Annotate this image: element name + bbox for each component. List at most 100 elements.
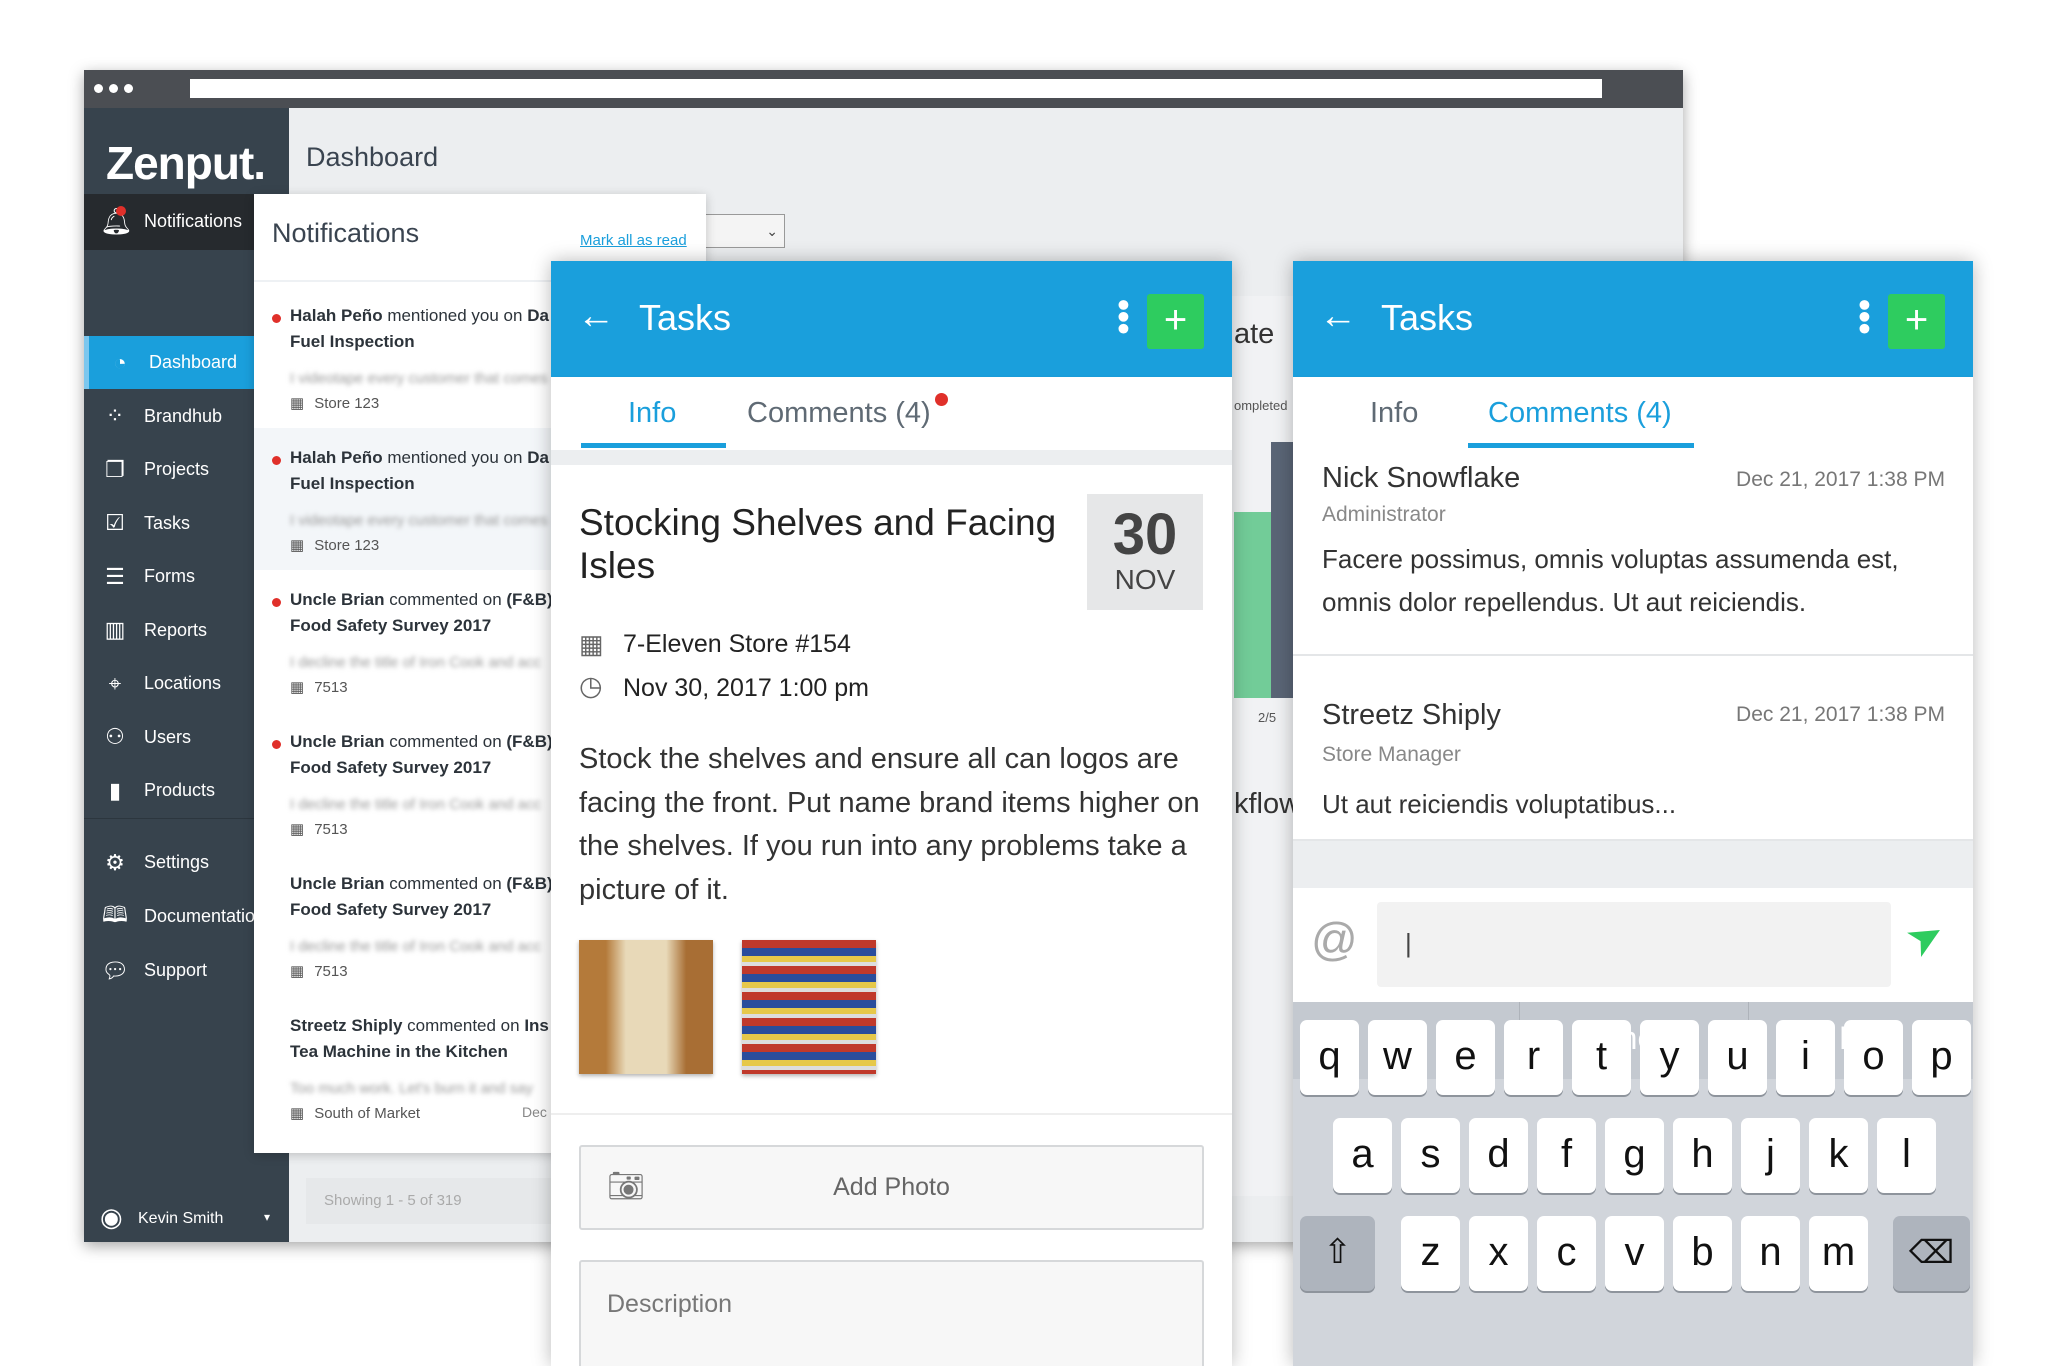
- unread-badge: [935, 393, 948, 406]
- key-g[interactable]: g: [1605, 1118, 1664, 1193]
- tab-comments[interactable]: Comments (4): [1488, 397, 1672, 430]
- task-info-screen: ← Tasks ••• + Info Comments (4) Stocking…: [551, 261, 1232, 1366]
- key-p[interactable]: p: [1912, 1020, 1971, 1095]
- action: commented on: [402, 1016, 525, 1035]
- filter-dropdown[interactable]: ⌄: [706, 214, 785, 248]
- key-m[interactable]: m: [1809, 1216, 1868, 1291]
- key-e[interactable]: e: [1436, 1020, 1495, 1095]
- key-l[interactable]: l: [1877, 1118, 1936, 1193]
- unread-dot: [272, 598, 281, 607]
- add-button[interactable]: +: [1888, 294, 1945, 349]
- key-h[interactable]: h: [1673, 1118, 1732, 1193]
- description-field[interactable]: Description: [579, 1260, 1204, 1366]
- window-dot[interactable]: [109, 84, 118, 93]
- barcode-icon: ▮: [108, 777, 122, 803]
- sidebar-item-label: Reports: [144, 619, 208, 640]
- target: (F&B): [506, 590, 553, 609]
- backspace-key[interactable]: ⌫: [1893, 1216, 1970, 1291]
- sidebar-item-label: Products: [144, 780, 216, 800]
- key-w[interactable]: w: [1368, 1020, 1427, 1095]
- notification-subject: Tea Machine in the Kitchen: [290, 1042, 508, 1061]
- gear-icon: ⚙: [105, 849, 125, 875]
- unread-dot: [272, 456, 281, 465]
- notification-location: ▦ Store 123: [290, 394, 379, 412]
- sidebar-item-notifications[interactable]: 🔔︎ Notifications: [84, 194, 254, 250]
- app-header: ← Tasks ••• +: [1293, 261, 1973, 377]
- sidebar-item-label: Projects: [144, 459, 210, 479]
- notification-preview: I videotape every customer that comes: [290, 370, 548, 387]
- window-dot[interactable]: [124, 84, 133, 93]
- key-j[interactable]: j: [1741, 1118, 1800, 1193]
- key-f[interactable]: f: [1537, 1118, 1596, 1193]
- title-bar: [84, 70, 1683, 108]
- action: commented on: [384, 874, 507, 893]
- dashboard-fragment: ate ompleted 2/5 kflow y d: [1224, 296, 1302, 1196]
- more-vert-icon[interactable]: •••: [1845, 299, 1883, 335]
- key-k[interactable]: k: [1809, 1118, 1868, 1193]
- notification-location: ▦ Store 123: [290, 536, 379, 554]
- task-comments-screen: ← Tasks ••• + Info Comments (4) @ | ➤ It…: [1293, 261, 1973, 1366]
- mark-all-read-link[interactable]: Mark all as read: [580, 232, 687, 249]
- comment-text: Ut aut reiciendis voluptatibus...: [1322, 789, 1677, 819]
- notification-location: ▦ 7513: [290, 678, 348, 696]
- action: mentioned you on: [382, 448, 528, 467]
- add-photo-button[interactable]: 📷︎ Add Photo: [579, 1145, 1204, 1230]
- key-z[interactable]: z: [1401, 1216, 1460, 1291]
- domino-icon: ⁘: [105, 403, 125, 428]
- back-arrow-icon[interactable]: ←: [577, 295, 615, 338]
- key-a[interactable]: a: [1333, 1118, 1392, 1193]
- key-t[interactable]: t: [1572, 1020, 1631, 1095]
- notification-headline: Uncle Brian commented on (F&B): [290, 874, 553, 894]
- action: commented on: [384, 732, 507, 751]
- key-n[interactable]: n: [1741, 1216, 1800, 1291]
- task-description: Stock the shelves and ensure all can log…: [579, 743, 1200, 906]
- more-vert-icon[interactable]: •••: [1104, 299, 1142, 335]
- page-title: Dashboard: [306, 142, 439, 172]
- store-icon: ▦: [290, 679, 305, 696]
- key-y[interactable]: y: [1640, 1020, 1699, 1095]
- key-v[interactable]: v: [1605, 1216, 1664, 1291]
- due-day: 30: [1112, 502, 1178, 567]
- key-u[interactable]: u: [1708, 1020, 1767, 1095]
- tab-comments[interactable]: Comments (4): [747, 397, 931, 430]
- attachment-photo[interactable]: [742, 940, 876, 1074]
- comment-input[interactable]: |: [1377, 902, 1891, 987]
- active-tab-indicator: [581, 443, 726, 448]
- key-d[interactable]: d: [1469, 1118, 1528, 1193]
- window-dot[interactable]: [94, 84, 103, 93]
- location-name: Store 123: [314, 537, 380, 554]
- keyboard: ItheI’m ⇧ ⌫ qwertyuiopasdfghjklzxcvbnm: [1293, 1002, 1973, 1366]
- chart-bar-completed: [1234, 512, 1271, 698]
- user-menu[interactable]: ◉ Kevin Smith ▾: [84, 1202, 289, 1242]
- form-icon: ☰: [105, 563, 125, 589]
- key-i[interactable]: i: [1776, 1020, 1835, 1095]
- sidebar-item-label: Forms: [144, 566, 195, 586]
- tab-info[interactable]: Info: [628, 397, 676, 430]
- back-arrow-icon[interactable]: ←: [1319, 295, 1357, 338]
- pagination-text: Showing 1 - 5 of 319: [324, 1192, 462, 1209]
- key-b[interactable]: b: [1673, 1216, 1732, 1291]
- notification-subject: Food Safety Survey 2017: [290, 900, 492, 919]
- key-s[interactable]: s: [1401, 1118, 1460, 1193]
- tab-bar: Info Comments (4): [551, 377, 1232, 450]
- key-c[interactable]: c: [1537, 1216, 1596, 1291]
- mention-button[interactable]: @: [1311, 912, 1358, 966]
- key-o[interactable]: o: [1844, 1020, 1903, 1095]
- widget-title: ate: [1234, 318, 1275, 350]
- address-bar[interactable]: [190, 79, 1602, 98]
- location-name: Store 123: [314, 395, 380, 412]
- store-icon: ▦: [290, 537, 305, 554]
- app-header: ← Tasks ••• +: [551, 261, 1232, 377]
- notification-location: ▦ 7513: [290, 962, 348, 980]
- shift-key[interactable]: ⇧: [1300, 1216, 1375, 1291]
- key-x[interactable]: x: [1469, 1216, 1528, 1291]
- key-r[interactable]: r: [1504, 1020, 1563, 1095]
- attachment-photo[interactable]: [579, 940, 713, 1074]
- send-icon[interactable]: ➤: [1897, 906, 1954, 969]
- tab-info[interactable]: Info: [1370, 397, 1418, 430]
- add-button[interactable]: +: [1147, 294, 1204, 349]
- notification-subject: Food Safety Survey 2017: [290, 616, 492, 635]
- notification-headline: Halah Peño mentioned you on Da: [290, 448, 549, 468]
- panel-title: Notifications: [272, 218, 420, 248]
- key-q[interactable]: q: [1300, 1020, 1359, 1095]
